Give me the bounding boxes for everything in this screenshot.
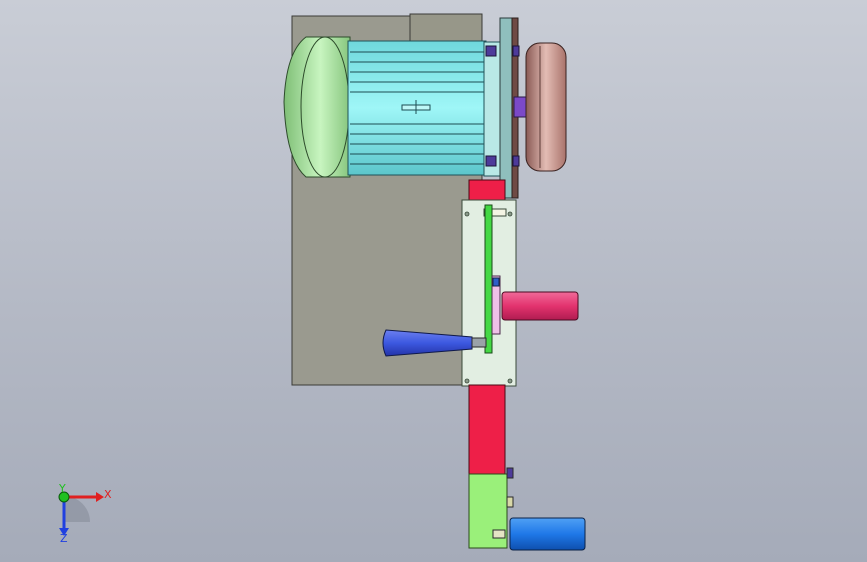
handle-stem: [471, 337, 487, 348]
x-axis-arrow: [96, 492, 104, 502]
z-axis-label: Z: [60, 532, 68, 545]
vertical-support[interactable]: [468, 179, 506, 203]
lower-red-bar[interactable]: [468, 384, 506, 476]
motor-top-box[interactable]: [409, 13, 483, 45]
link-stop: [492, 277, 500, 287]
motor-end-cap[interactable]: [283, 36, 351, 178]
pink-cylinder[interactable]: [501, 291, 579, 321]
graphics-viewport[interactable]: X Y Z: [0, 0, 867, 562]
blue-cylinder[interactable]: [509, 517, 586, 551]
reference-triad: X Y Z: [58, 482, 112, 545]
green-link-bar[interactable]: [484, 204, 493, 354]
model-canvas[interactable]: X Y Z: [0, 0, 867, 562]
y-axis-label: Y: [58, 482, 66, 495]
x-axis-label: X: [104, 488, 112, 501]
pulley-wheel[interactable]: [525, 42, 567, 172]
